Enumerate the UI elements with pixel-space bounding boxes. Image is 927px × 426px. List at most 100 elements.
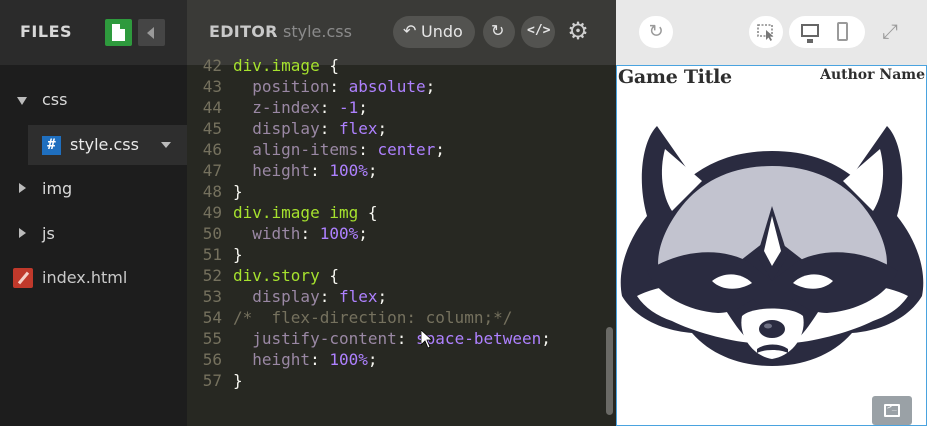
code-token: div.image img	[233, 203, 359, 222]
code-token: :	[310, 161, 330, 180]
code-token: position	[252, 77, 330, 96]
caret-down-icon	[17, 97, 27, 105]
redo-button[interactable]: ↻	[483, 16, 515, 48]
expand-button[interactable]: ⤢	[879, 20, 901, 42]
new-file-button[interactable]	[105, 19, 132, 46]
code-line[interactable]: 56 height: 100%;	[187, 349, 607, 370]
console-icon	[884, 402, 900, 417]
line-text: display: flex;	[233, 118, 387, 139]
code-token: flex	[338, 119, 378, 138]
desktop-icon[interactable]	[801, 24, 819, 43]
collapse-sidebar-button[interactable]	[138, 19, 165, 46]
console-button[interactable]	[872, 396, 912, 425]
inspect-icon	[757, 24, 774, 41]
editor-scrollbar[interactable]	[606, 327, 613, 415]
line-number: 47	[202, 161, 222, 180]
inspect-button[interactable]	[749, 16, 783, 48]
folder-js[interactable]: js	[0, 214, 187, 254]
mouse-cursor-icon	[421, 330, 433, 349]
line-text: display: flex;	[233, 286, 387, 307]
code-token: ;	[367, 161, 378, 180]
code-area[interactable]: 42 div.image {43 position: absolute; 44 z-…	[187, 55, 607, 391]
folder-label: css	[42, 90, 68, 109]
code-token: :	[358, 140, 378, 159]
code-line[interactable]: 45 display: flex;	[187, 118, 607, 139]
line-number: 43	[202, 77, 222, 96]
game-title: Game Title	[618, 66, 732, 88]
line-number: 45	[202, 119, 222, 138]
mobile-icon[interactable]	[837, 22, 848, 41]
line-number: 44	[202, 98, 222, 117]
code-line[interactable]: 47 height: 100%;	[187, 160, 607, 181]
file-style-css[interactable]: # style.css	[28, 125, 187, 165]
folder-label: img	[42, 179, 73, 198]
line-number: 49	[202, 203, 222, 222]
code-line[interactable]: 54 /* flex-direction: column;*/	[187, 307, 607, 328]
code-token: }	[233, 182, 243, 201]
view-code-button[interactable]: </>	[521, 16, 555, 48]
file-index-html[interactable]: index.html	[0, 258, 187, 298]
line-text: width: 100%;	[233, 223, 368, 244]
code-token: z-index	[252, 98, 320, 117]
code-line[interactable]: 55 justify-content: space-between;	[187, 328, 607, 349]
code-token: :	[310, 350, 330, 369]
code-line[interactable]: 51}	[187, 244, 607, 265]
code-line[interactable]: 52 div.story {	[187, 265, 607, 286]
refresh-button[interactable]: ↻	[639, 16, 673, 48]
code-token: :	[319, 287, 339, 306]
code-token: flex	[338, 287, 378, 306]
code-token: 100%	[319, 224, 359, 243]
line-number: 51	[202, 245, 222, 264]
line-text: div.image img {	[233, 202, 378, 223]
line-text: div.story {	[233, 265, 339, 286]
code-line[interactable]: 57}	[187, 370, 607, 391]
folder-css[interactable]: css	[0, 80, 187, 120]
code-token: -1	[338, 98, 359, 117]
settings-button[interactable]: ⚙	[565, 18, 591, 44]
code-token: absolute	[348, 77, 426, 96]
code-icon: </>	[527, 23, 551, 38]
code-token: justify-content	[252, 329, 397, 348]
code-line[interactable]: 43 position: absolute;	[187, 76, 607, 97]
code-token: ;	[367, 350, 378, 369]
code-token: 100%	[329, 161, 368, 180]
code-token: height	[252, 350, 311, 369]
code-token: :	[396, 329, 417, 348]
preview-frame[interactable]: Game Title Author Name	[616, 65, 927, 426]
code-token: ;	[541, 329, 551, 348]
code-line[interactable]: 50 width: 100%;	[187, 223, 607, 244]
line-text: height: 100%;	[233, 349, 378, 370]
code-line[interactable]: 48}	[187, 181, 607, 202]
file-menu-caret-icon[interactable]	[161, 142, 171, 148]
files-title: FILES	[20, 22, 73, 41]
code-line[interactable]: 44 z-index: -1;	[187, 97, 607, 118]
code-line[interactable]: 49 div.image img {	[187, 202, 607, 223]
line-number: 54	[202, 308, 222, 327]
line-text: }	[233, 370, 243, 391]
code-line[interactable]: 53 display: flex;	[187, 286, 607, 307]
gear-icon: ⚙	[567, 17, 589, 45]
code-line[interactable]: 46 align-items: center;	[187, 139, 607, 160]
redo-icon: ↻	[491, 21, 505, 40]
code-token: :	[319, 98, 339, 117]
code-token: align-items	[252, 140, 359, 159]
code-line[interactable]: 42 div.image {	[187, 55, 607, 76]
new-file-icon	[112, 24, 125, 41]
line-number: 56	[202, 350, 222, 369]
code-token: /* flex-direction: column;*/	[233, 308, 513, 327]
html-file-icon	[13, 268, 33, 288]
line-text: }	[233, 244, 243, 265]
line-text: div.image {	[233, 55, 339, 76]
code-token: 100%	[329, 350, 368, 369]
undo-button[interactable]: ↶ Undo	[393, 16, 475, 48]
code-token: }	[233, 371, 243, 390]
line-number: 55	[202, 329, 222, 348]
folder-img[interactable]: img	[0, 169, 187, 209]
